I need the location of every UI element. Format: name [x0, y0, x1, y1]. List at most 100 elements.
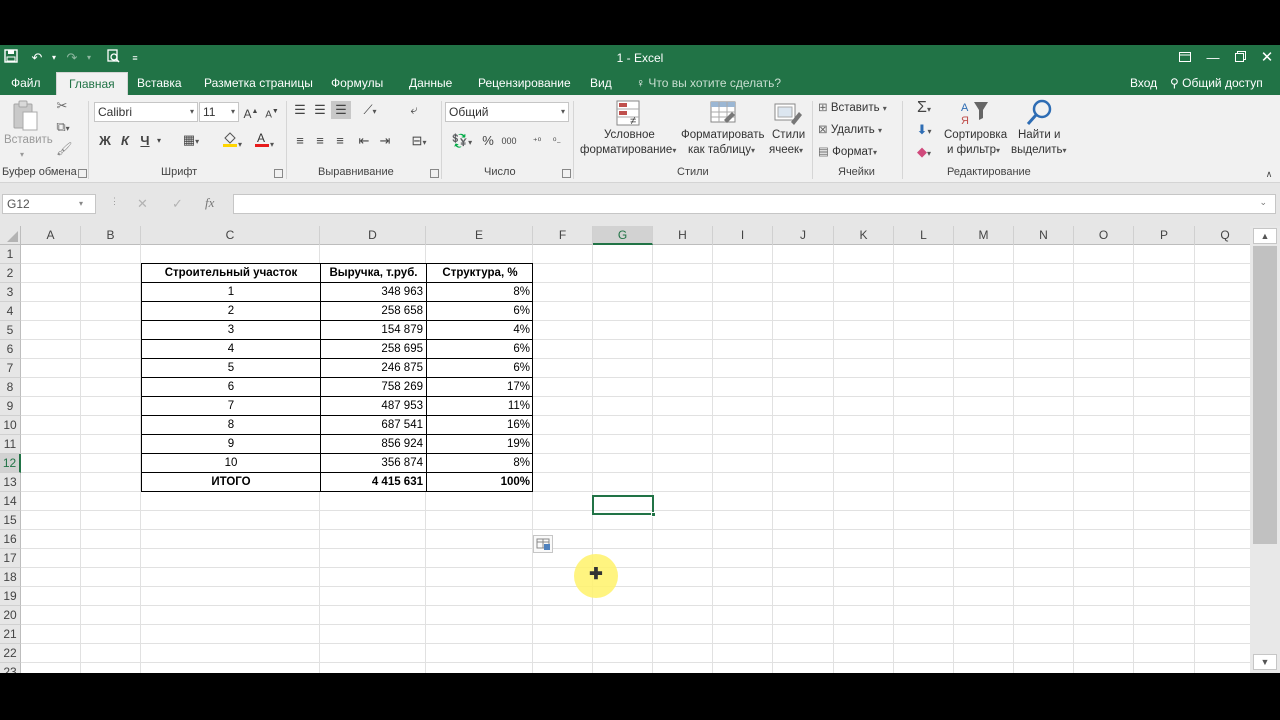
table-cell[interactable]: 246 875	[321, 359, 426, 378]
table-cell[interactable]: 348 963	[321, 283, 426, 302]
table-cell[interactable]: 687 541	[321, 416, 426, 435]
row-header-4[interactable]: 4	[0, 302, 21, 321]
align-right-icon[interactable]: ≡	[332, 132, 348, 150]
tab-home[interactable]: Главная	[56, 72, 128, 95]
close-icon[interactable]: ✕	[1254, 47, 1280, 69]
name-box[interactable]: G12 ▾	[2, 194, 96, 214]
scroll-down-icon[interactable]: ▼	[1253, 654, 1277, 670]
wrap-text-icon[interactable]: ⤶	[405, 101, 423, 119]
column-header-l[interactable]: L	[894, 226, 954, 245]
ribbon-display-icon[interactable]	[1172, 47, 1198, 69]
restore-icon[interactable]	[1227, 47, 1253, 69]
table-cell[interactable]: 4	[142, 340, 320, 359]
conditional-formatting-label-2[interactable]: форматирование▾	[580, 143, 676, 158]
table-cell[interactable]: 17%	[427, 378, 533, 397]
row-header-7[interactable]: 7	[0, 359, 21, 378]
scroll-thumb[interactable]	[1253, 246, 1277, 544]
row-header-22[interactable]: 22	[0, 644, 21, 663]
format-cells-button[interactable]: ▤ Формат▾	[818, 145, 877, 160]
column-header-g[interactable]: G	[593, 226, 653, 245]
table-cell[interactable]: 856 924	[321, 435, 426, 454]
tell-me-box[interactable]: ♀ Что вы хотите сделать?	[636, 72, 781, 95]
sort-filter-label-2[interactable]: и фильтр▾	[947, 143, 1000, 158]
active-cell-selection[interactable]	[592, 495, 654, 515]
find-select-label-2[interactable]: выделить▾	[1011, 143, 1067, 158]
bold-button[interactable]: Ж	[98, 132, 112, 150]
conditional-formatting-label-1[interactable]: Условное	[604, 128, 655, 143]
delete-cells-button[interactable]: ⊠ Удалить ▾	[818, 123, 882, 138]
format-as-table-icon[interactable]	[708, 98, 738, 128]
table-cell[interactable]: 7	[142, 397, 320, 416]
cancel-entry-icon[interactable]: ✕	[137, 196, 148, 212]
paste-icon[interactable]	[10, 100, 40, 131]
table-header-cell[interactable]: Структура, %	[427, 264, 533, 283]
percent-style-button[interactable]: %	[480, 132, 496, 150]
tab-file[interactable]: Файл	[2, 72, 50, 95]
collapse-ribbon-icon[interactable]: ∧	[1262, 165, 1276, 183]
tab-page-layout[interactable]: Разметка страницы	[195, 72, 322, 95]
row-header-14[interactable]: 14	[0, 492, 21, 511]
row-header-11[interactable]: 11	[0, 435, 21, 454]
column-header-k[interactable]: K	[834, 226, 894, 245]
table-cell[interactable]: 8%	[427, 283, 533, 302]
table-cell[interactable]: 19%	[427, 435, 533, 454]
table-cell[interactable]: 6%	[427, 302, 533, 321]
find-select-label-1[interactable]: Найти и	[1018, 128, 1060, 143]
format-painter-icon[interactable]: 🖌	[56, 140, 73, 158]
confirm-entry-icon[interactable]: ✓	[172, 196, 183, 212]
tab-insert[interactable]: Вставка	[128, 72, 191, 95]
row-header-1[interactable]: 1	[0, 245, 21, 264]
column-header-n[interactable]: N	[1014, 226, 1074, 245]
font-size-combo[interactable]: 11 ▾	[199, 102, 239, 122]
column-header-h[interactable]: H	[653, 226, 713, 245]
vertical-scrollbar[interactable]: ▲ ▼	[1250, 226, 1280, 673]
table-cell[interactable]: 6	[142, 378, 320, 397]
table-cell[interactable]: 758 269	[321, 378, 426, 397]
decrease-indent-icon[interactable]: ⇤	[355, 132, 373, 150]
sign-in-link[interactable]: Вход	[1130, 72, 1157, 95]
fill-handle[interactable]	[651, 512, 656, 517]
row-header-10[interactable]: 10	[0, 416, 21, 435]
decrease-font-icon[interactable]: A▼	[264, 103, 280, 121]
clipboard-launcher-icon[interactable]	[78, 169, 87, 178]
row-header-9[interactable]: 9	[0, 397, 21, 416]
paste-dropdown-icon[interactable]: ▾	[20, 147, 24, 162]
table-cell[interactable]: 487 953	[321, 397, 426, 416]
row-header-13[interactable]: 13	[0, 473, 21, 492]
row-header-5[interactable]: 5	[0, 321, 21, 340]
comma-style-button[interactable]: 000	[499, 132, 519, 150]
table-cell[interactable]: 356 874	[321, 454, 426, 473]
row-header-19[interactable]: 19	[0, 587, 21, 606]
column-header-a[interactable]: A	[21, 226, 81, 245]
alignment-launcher-icon[interactable]	[430, 169, 439, 178]
increase-font-icon[interactable]: A▲	[243, 103, 259, 121]
insert-cells-button[interactable]: ⊞ Вставить ▾	[818, 101, 887, 116]
format-as-table-label-1[interactable]: Форматировать	[681, 128, 764, 143]
number-launcher-icon[interactable]	[562, 169, 571, 178]
cell-styles-icon[interactable]	[773, 98, 803, 128]
table-total-cell[interactable]: ИТОГО	[142, 473, 320, 492]
table-cell[interactable]: 8	[142, 416, 320, 435]
orientation-icon[interactable]: ⟋▾	[357, 101, 383, 119]
column-header-e[interactable]: E	[426, 226, 533, 245]
row-header-15[interactable]: 15	[0, 511, 21, 530]
currency-format-icon[interactable]: 💱▾	[448, 132, 476, 150]
align-top-icon[interactable]: ☰	[292, 101, 308, 119]
clear-icon[interactable]: ◆▾	[910, 143, 938, 161]
row-header-12[interactable]: 12	[0, 454, 21, 473]
cell-styles-label-2[interactable]: ячеек▾	[769, 143, 803, 158]
table-cell[interactable]: 11%	[427, 397, 533, 416]
decrease-decimal-icon[interactable]: ⁰₋	[548, 132, 566, 150]
sort-filter-label-1[interactable]: Сортировка	[944, 128, 1007, 143]
table-cell[interactable]: 16%	[427, 416, 533, 435]
tab-review[interactable]: Рецензирование	[469, 72, 580, 95]
font-color-icon[interactable]: A ▾	[250, 131, 278, 149]
table-header-cell[interactable]: Строительный участок	[142, 264, 320, 283]
row-header-8[interactable]: 8	[0, 378, 21, 397]
table-cell[interactable]: 8%	[427, 454, 533, 473]
merge-center-icon[interactable]: ⊟▾	[404, 132, 434, 150]
tab-formulas[interactable]: Формулы	[322, 72, 392, 95]
borders-icon[interactable]: ▦▾	[178, 131, 204, 149]
column-header-m[interactable]: M	[954, 226, 1014, 245]
row-header-20[interactable]: 20	[0, 606, 21, 625]
